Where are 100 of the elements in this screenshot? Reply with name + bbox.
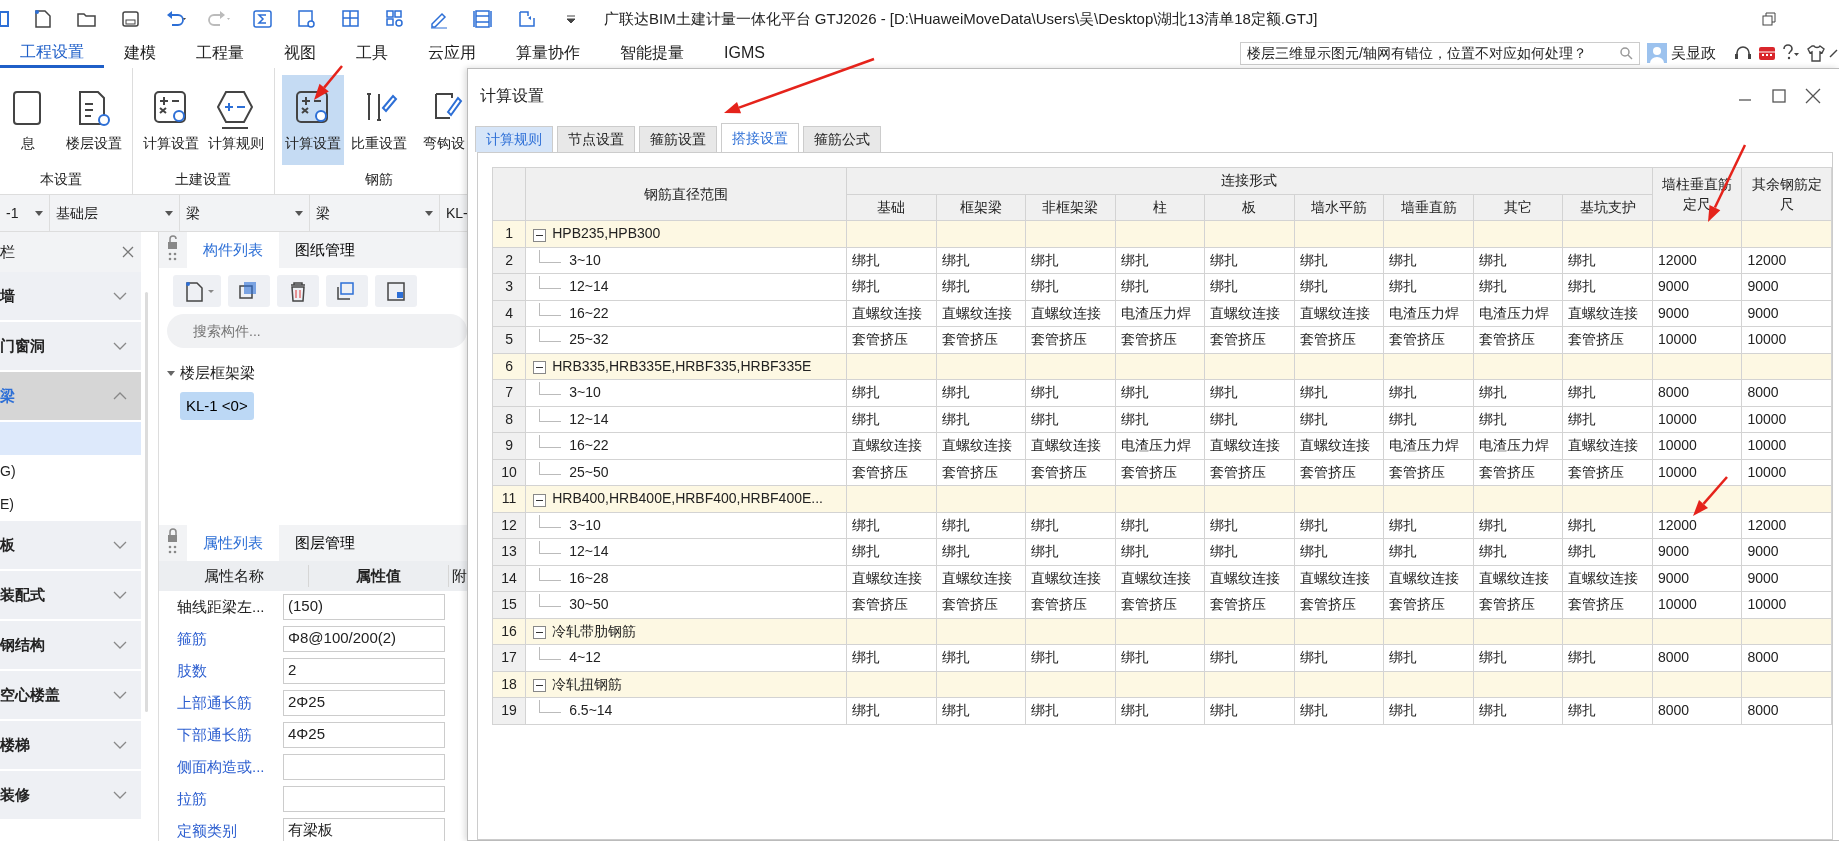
menu-tab[interactable]: 视图 — [264, 38, 336, 68]
table-cell[interactable]: 绑扎 — [1204, 538, 1295, 565]
table-cell[interactable]: 绑扎 — [1473, 512, 1563, 539]
dialog-tab[interactable]: 节点设置 — [557, 126, 635, 152]
table-cell[interactable]: 绑扎 — [1025, 538, 1116, 565]
film-icon[interactable] — [472, 8, 494, 30]
ribbon-button[interactable]: 比重设置 — [347, 75, 410, 165]
nav-category[interactable]: 空心楼盖 — [0, 671, 141, 719]
refresh-doc-icon[interactable] — [516, 8, 538, 30]
table-cell[interactable]: 10000 — [1741, 406, 1832, 433]
table-cell[interactable]: 绑扎 — [846, 512, 937, 539]
table-cell[interactable]: 绑扎 — [1204, 512, 1295, 539]
table-cell[interactable]: 绑扎 — [936, 538, 1026, 565]
table-cell[interactable]: 绑扎 — [936, 512, 1026, 539]
table-cell[interactable]: 电渣压力焊 — [1383, 432, 1474, 459]
table-cell[interactable]: 套管挤压 — [1204, 591, 1295, 618]
table-cell[interactable]: 直螺纹连接 — [936, 300, 1026, 327]
collapse-icon[interactable] — [533, 228, 547, 242]
table-cell[interactable]: 绑扎 — [936, 379, 1026, 406]
sigma-icon[interactable] — [252, 8, 274, 30]
table-cell[interactable]: 直螺纹连接 — [1473, 565, 1563, 592]
table-cell[interactable]: 9000 — [1741, 300, 1832, 327]
table-cell[interactable]: 绑扎 — [1115, 644, 1205, 671]
table-cell[interactable]: 绑扎 — [1473, 379, 1563, 406]
app-icon[interactable] — [0, 9, 10, 29]
table-cell[interactable]: 绑扎 — [936, 273, 1026, 300]
table-cell[interactable]: 套管挤压 — [1115, 459, 1205, 486]
table-cell[interactable]: 8000 — [1652, 697, 1742, 724]
nav-category[interactable]: 门窗洞 — [0, 322, 141, 370]
table-cell[interactable]: 9000 — [1652, 300, 1742, 327]
table-cell[interactable]: 绑扎 — [1204, 406, 1295, 433]
table-cell[interactable]: 10000 — [1652, 432, 1742, 459]
table-cell[interactable]: 绑扎 — [1562, 538, 1653, 565]
table-cell[interactable]: 绑扎 — [1294, 406, 1384, 433]
nav-category[interactable]: 装配式 — [0, 571, 141, 619]
restore-icon[interactable] — [1761, 11, 1777, 27]
table-cell[interactable]: 9000 — [1652, 538, 1742, 565]
table-cell[interactable]: 套管挤压 — [936, 326, 1026, 353]
table-cell[interactable]: 12000 — [1652, 247, 1742, 274]
menu-tab[interactable]: 云应用 — [408, 38, 496, 68]
dialog-tab[interactable]: 箍筋设置 — [639, 126, 717, 152]
grid-search-icon[interactable] — [384, 8, 406, 30]
table-cell[interactable]: 绑扎 — [1294, 697, 1384, 724]
dialog-tab[interactable]: 箍筋公式 — [803, 126, 881, 152]
table-cell[interactable]: 10000 — [1741, 459, 1832, 486]
table-cell[interactable]: 直螺纹连接 — [1562, 565, 1653, 592]
table-cell[interactable]: 绑扎 — [1383, 273, 1474, 300]
table-cell[interactable]: 套管挤压 — [1383, 459, 1474, 486]
table-cell[interactable]: 套管挤压 — [1562, 591, 1653, 618]
table-cell[interactable]: 套管挤压 — [1383, 591, 1474, 618]
table-cell[interactable]: 套管挤压 — [1562, 459, 1653, 486]
table-cell[interactable]: 绑扎 — [1473, 406, 1563, 433]
table-cell[interactable]: 套管挤压 — [1025, 459, 1116, 486]
menu-tab[interactable]: 算量协作 — [496, 38, 600, 68]
table-cell[interactable]: 绑扎 — [1562, 697, 1653, 724]
table-cell[interactable]: 绑扎 — [846, 273, 937, 300]
collapse-icon[interactable] — [533, 493, 547, 507]
menu-tab[interactable]: IGMS — [704, 38, 785, 68]
collapse-icon[interactable] — [533, 679, 547, 693]
table-cell[interactable]: 电渣压力焊 — [1383, 300, 1474, 327]
table-cell[interactable]: 绑扎 — [1025, 512, 1116, 539]
table-cell[interactable]: 绑扎 — [1025, 697, 1116, 724]
table-cell[interactable]: 绑扎 — [846, 379, 937, 406]
table-cell[interactable]: 绑扎 — [1383, 697, 1474, 724]
table-cell[interactable]: 9000 — [1741, 273, 1832, 300]
table-cell[interactable]: 8000 — [1741, 697, 1832, 724]
maximize-icon[interactable] — [1771, 88, 1787, 104]
new-file-dropdown-button[interactable] — [173, 275, 221, 307]
table-cell[interactable]: 9000 — [1652, 565, 1742, 592]
table-cell[interactable]: 8000 — [1652, 644, 1742, 671]
table-cell[interactable]: 套管挤压 — [1115, 591, 1205, 618]
table-cell[interactable]: 绑扎 — [1025, 247, 1116, 274]
table-cell[interactable]: 绑扎 — [1562, 512, 1653, 539]
table-cell[interactable]: 绑扎 — [1473, 247, 1563, 274]
panel-tab[interactable]: 构件列表 — [187, 232, 279, 268]
table-cell[interactable]: 绑扎 — [1473, 273, 1563, 300]
nav-category[interactable]: 楼梯 — [0, 721, 141, 769]
table-cell[interactable]: 直螺纹连接 — [936, 432, 1026, 459]
table-cell[interactable]: 直螺纹连接 — [1025, 300, 1116, 327]
table-cell[interactable]: 套管挤压 — [1294, 591, 1384, 618]
table-cell[interactable]: 直螺纹连接 — [1294, 432, 1384, 459]
table-cell[interactable]: 套管挤压 — [1473, 326, 1563, 353]
table-cell[interactable]: 绑扎 — [1204, 379, 1295, 406]
table-cell[interactable]: 8000 — [1741, 644, 1832, 671]
table-cell[interactable]: 绑扎 — [1294, 512, 1384, 539]
table-cell[interactable]: 直螺纹连接 — [1025, 432, 1116, 459]
table-cell[interactable]: 绑扎 — [1473, 697, 1563, 724]
table-cell[interactable]: 套管挤压 — [1383, 326, 1474, 353]
table-cell[interactable]: 绑扎 — [1294, 538, 1384, 565]
table-cell[interactable]: 直螺纹连接 — [1383, 565, 1474, 592]
table-cell[interactable]: 套管挤压 — [936, 591, 1026, 618]
scrollbar[interactable] — [145, 292, 148, 712]
table-cell[interactable]: 绑扎 — [1115, 273, 1205, 300]
table-cell[interactable]: 9000 — [1652, 273, 1742, 300]
menu-tab[interactable]: 建模 — [104, 38, 176, 68]
close-icon[interactable] — [122, 246, 134, 258]
table-cell[interactable]: 套管挤压 — [1025, 326, 1116, 353]
save-copy-button[interactable] — [375, 275, 417, 307]
table-cell[interactable]: 绑扎 — [1115, 406, 1205, 433]
table-cell[interactable]: 直螺纹连接 — [1204, 300, 1295, 327]
